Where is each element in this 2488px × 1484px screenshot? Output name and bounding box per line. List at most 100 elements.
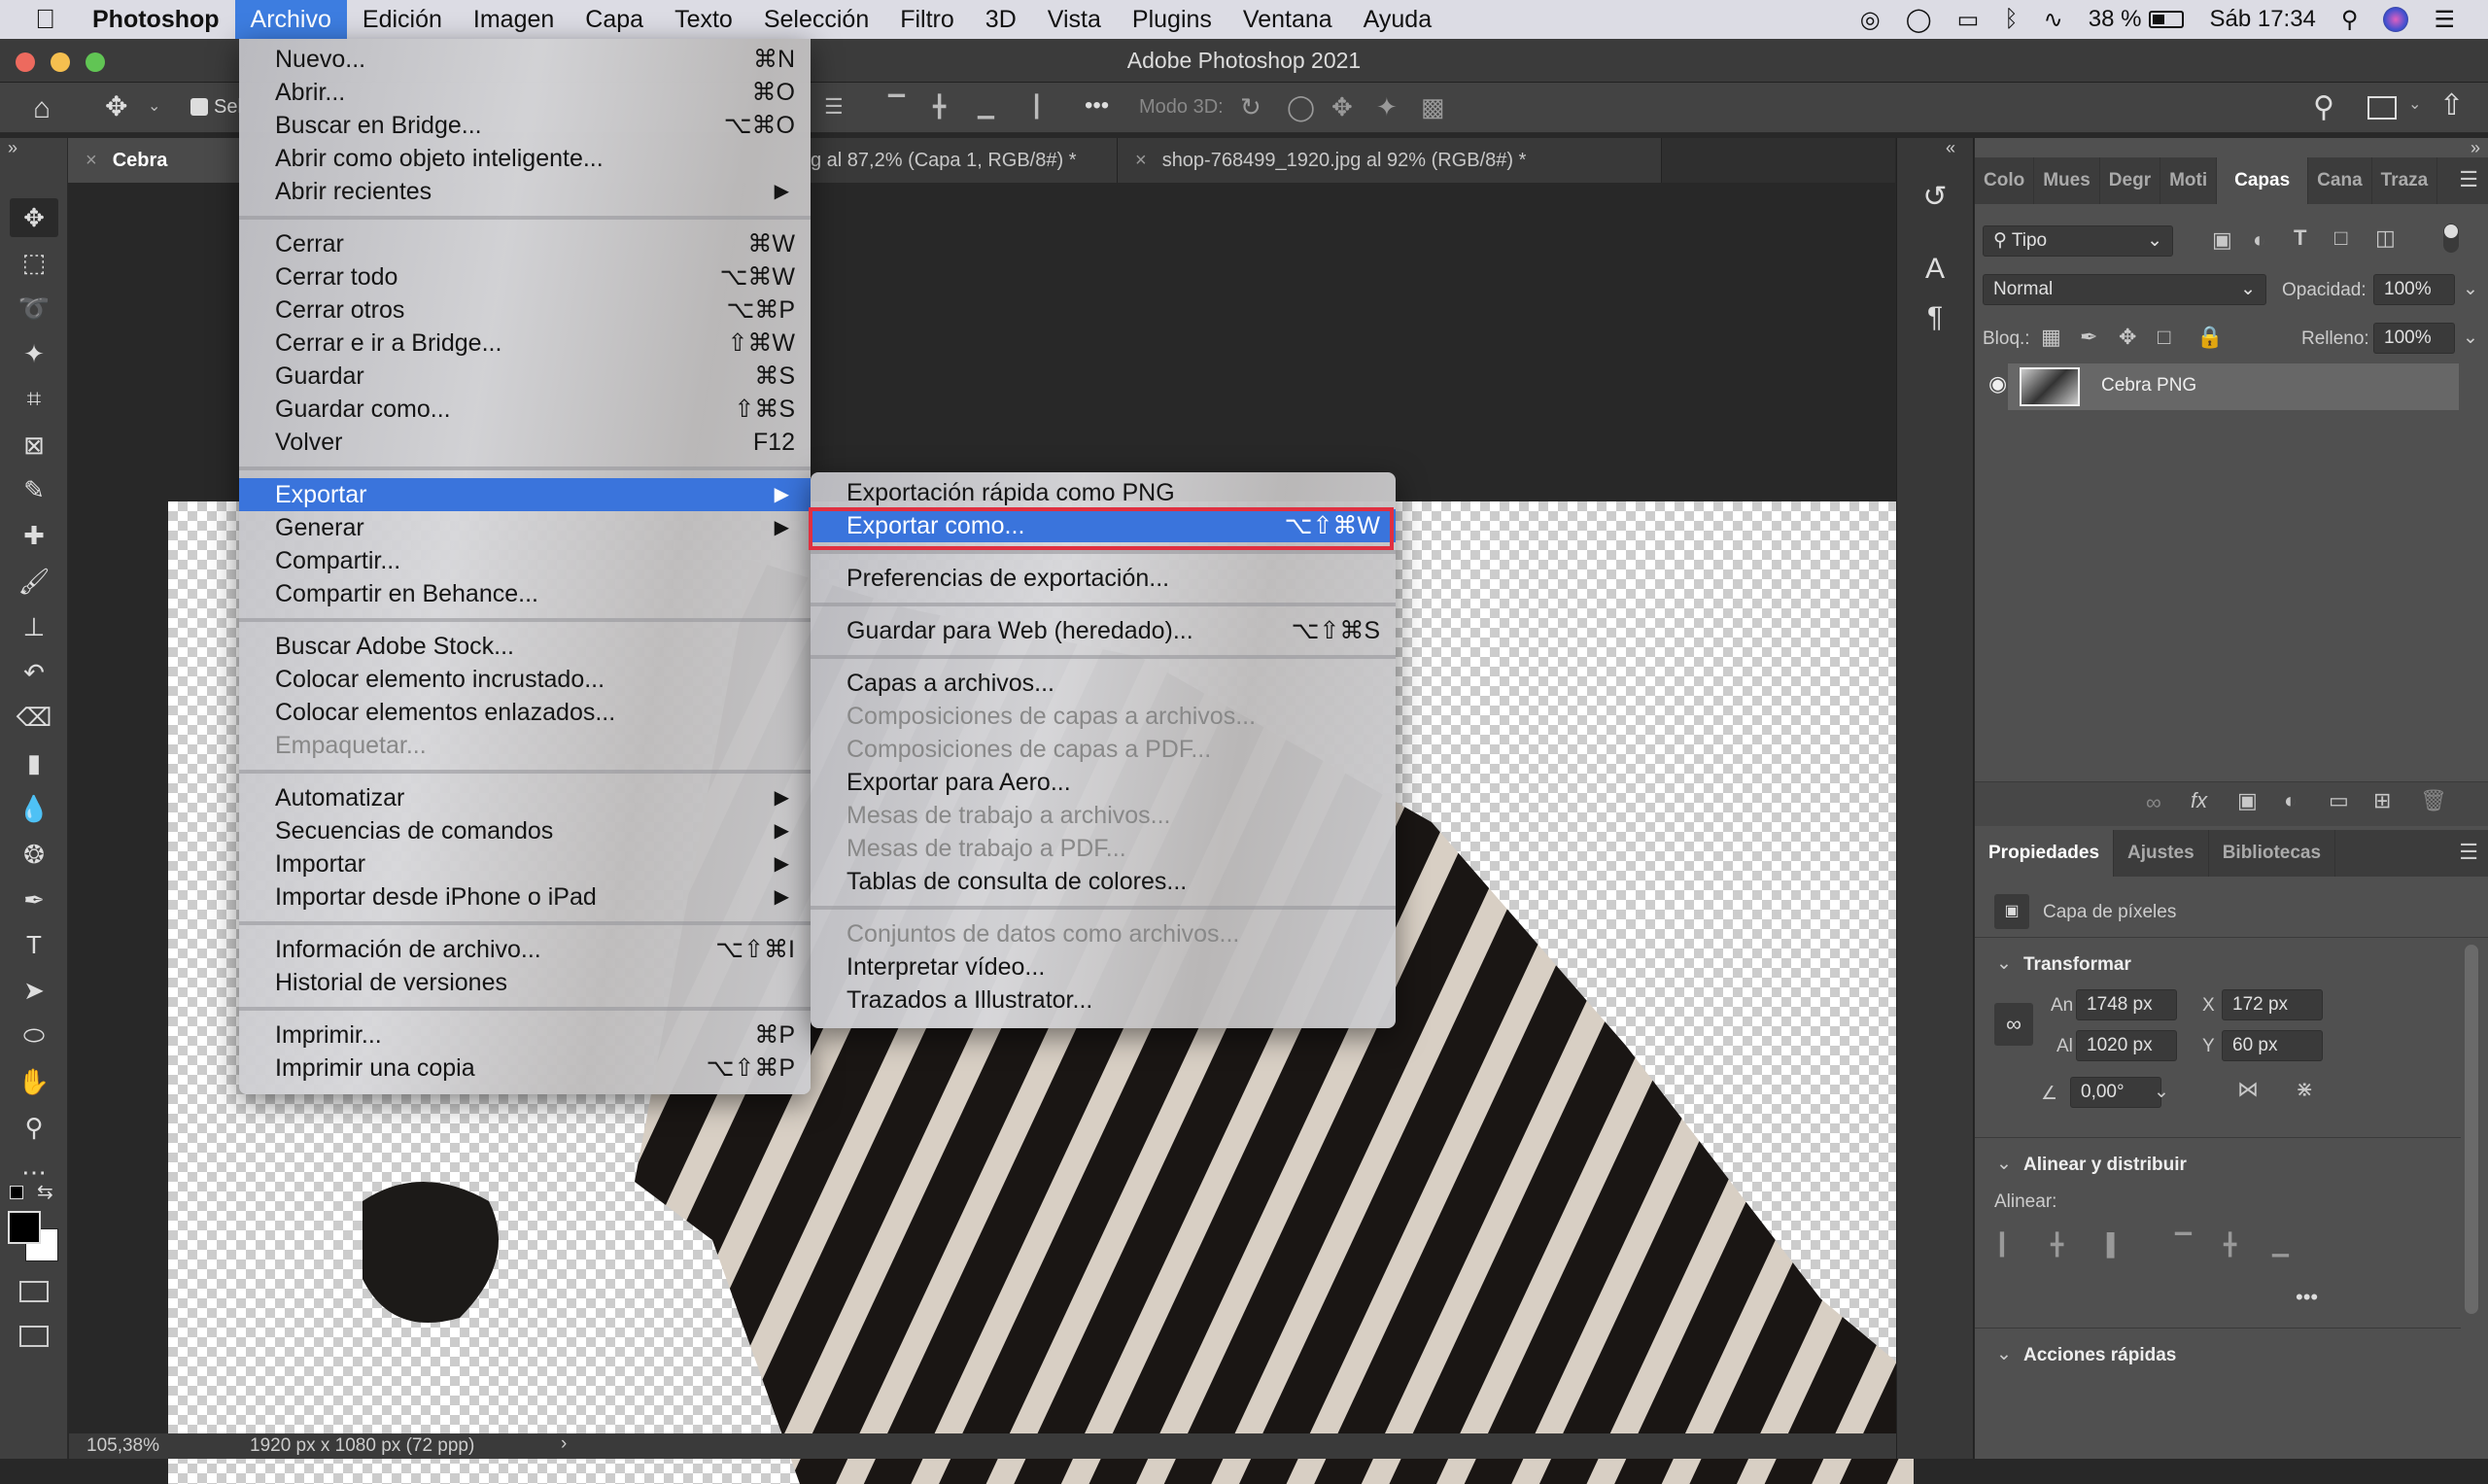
- menu-item[interactable]: Guardar para Web (heredado)... ⌥⇧⌘S: [811, 614, 1396, 647]
- menu-item[interactable]: Secuencias de comandos ▶: [239, 814, 811, 847]
- sponge-tool-icon[interactable]: ❂: [14, 835, 54, 874]
- menubar-item-ventana[interactable]: Ventana: [1227, 0, 1348, 39]
- menubar-item-filtro[interactable]: Filtro: [884, 0, 970, 39]
- menu-item[interactable]: Automatizar ▶: [239, 781, 811, 814]
- panel-menu-icon[interactable]: ☰: [2459, 840, 2478, 865]
- ellipse-tool-icon[interactable]: ⬭: [14, 1017, 54, 1055]
- menubar-item-seleccion[interactable]: Selección: [748, 0, 884, 39]
- add-mask-icon[interactable]: ▣: [2237, 788, 2258, 813]
- menu-item[interactable]: Colocar elemento incrustado...: [239, 663, 811, 696]
- tab-cana[interactable]: Cana: [2308, 157, 2372, 204]
- new-layer-icon[interactable]: ⊞: [2373, 788, 2391, 813]
- align-top-icon[interactable]: ▔: [888, 94, 905, 120]
- distribute-horizontal-icon[interactable]: ┃: [1030, 94, 1043, 120]
- align-top-icon[interactable]: ▔: [2175, 1232, 2192, 1258]
- width-input[interactable]: 1748 px: [2076, 989, 2177, 1020]
- menu-item[interactable]: Colocar elementos enlazados...: [239, 696, 811, 729]
- eraser-tool-icon[interactable]: ⌫: [14, 699, 54, 738]
- angle-input[interactable]: 0,00°: [2070, 1077, 2161, 1108]
- tab-traza[interactable]: Traza: [2372, 157, 2438, 204]
- menu-item[interactable]: Interpretar vídeo...: [811, 950, 1396, 984]
- menu-item[interactable]: Generar ▶: [239, 511, 811, 544]
- spotlight-search-icon[interactable]: ⚲: [2341, 6, 2359, 34]
- collapse-panels-icon[interactable]: »: [2471, 138, 2480, 158]
- menubar-item-ayuda[interactable]: Ayuda: [1348, 0, 1447, 39]
- menu-item[interactable]: Buscar en Bridge... ⌥⌘O: [239, 109, 811, 142]
- new-group-icon[interactable]: ▭: [2329, 788, 2349, 813]
- menubar-item-texto[interactable]: Texto: [659, 0, 748, 39]
- path-selection-tool-icon[interactable]: ➤: [14, 972, 54, 1011]
- orbit-3d-icon[interactable]: ↻: [1240, 92, 1261, 122]
- align-hcenter-icon[interactable]: ╋: [2051, 1232, 2063, 1258]
- properties-scrollbar[interactable]: [2465, 945, 2478, 1314]
- hand-tool-icon[interactable]: ✋: [14, 1062, 54, 1101]
- flip-vertical-icon[interactable]: ⋇: [2296, 1077, 2313, 1102]
- panel-menu-icon[interactable]: ☰: [2459, 167, 2478, 192]
- filter-shape-icon[interactable]: □: [2334, 225, 2347, 251]
- menu-item[interactable]: Preferencias de exportación...: [811, 562, 1396, 595]
- align-vcenter-icon[interactable]: ╋: [2224, 1232, 2236, 1258]
- layer-filter-select[interactable]: ⚲ Tipo ⌄: [1983, 225, 2173, 257]
- chevron-down-icon[interactable]: ⌄: [1996, 952, 2012, 975]
- lock-artboard-icon[interactable]: □: [2158, 325, 2170, 350]
- paragraph-icon[interactable]: ¶: [1911, 293, 1959, 342]
- airplay-icon[interactable]: ▭: [1957, 6, 1980, 34]
- slide-3d-icon[interactable]: ✦: [1376, 92, 1398, 122]
- menu-item[interactable]: Exportación rápida como PNG: [811, 476, 1396, 509]
- layer-style-fx-icon[interactable]: fx: [2191, 788, 2207, 813]
- menu-item[interactable]: Abrir... ⌘O: [239, 76, 811, 109]
- menubar-item-photoshop[interactable]: Photoshop: [77, 0, 235, 39]
- align-left-icon[interactable]: ▎: [2000, 1232, 2017, 1258]
- chevron-down-icon[interactable]: ⌄: [148, 96, 160, 116]
- share-icon[interactable]: ⇧: [2439, 88, 2464, 122]
- chevron-down-icon[interactable]: ⌄: [1996, 1153, 2012, 1175]
- align-vcenter-icon[interactable]: ╋: [933, 94, 946, 120]
- align-bottom-icon[interactable]: ▁: [2272, 1232, 2289, 1258]
- zoom-tool-icon[interactable]: ⚲: [14, 1108, 54, 1147]
- menu-item[interactable]: Exportar para Aero...: [811, 766, 1396, 799]
- link-dimensions-button[interactable]: ∞: [1994, 1003, 2033, 1046]
- transform-header[interactable]: Transformar: [2023, 954, 2131, 976]
- type-tool-icon[interactable]: T: [14, 926, 54, 965]
- move-tool-icon[interactable]: ✥: [10, 198, 58, 237]
- menubar-item-archivo[interactable]: Archivo: [234, 0, 347, 39]
- delete-layer-icon[interactable]: 🗑: [2420, 788, 2447, 813]
- filter-smart-object-icon[interactable]: ◫: [2375, 225, 2396, 251]
- swap-colors-icon[interactable]: ⇆: [37, 1180, 53, 1204]
- screen-mode-icon[interactable]: [19, 1326, 49, 1347]
- menu-item[interactable]: Guardar como... ⇧⌘S: [239, 393, 811, 426]
- gradient-tool-icon[interactable]: ▮: [14, 744, 54, 783]
- roll-3d-icon[interactable]: ◯: [1287, 92, 1315, 122]
- menu-item[interactable]: Guardar ⌘S: [239, 360, 811, 393]
- tab-colo[interactable]: Colo: [1975, 157, 2035, 204]
- tab-mues[interactable]: Mues: [2034, 157, 2100, 204]
- menu-item[interactable]: Imprimir... ⌘P: [239, 1018, 811, 1052]
- opacity-input[interactable]: 100%: [2373, 274, 2455, 305]
- tab-shop-image[interactable]: × shop-768499_1920.jpg al 92% (RGB/8#) *: [1118, 138, 1662, 183]
- more-options-icon[interactable]: •••: [1085, 92, 1109, 120]
- menubar-item-imagen[interactable]: Imagen: [458, 0, 570, 39]
- menu-item[interactable]: Capas a archivos...: [811, 667, 1396, 700]
- history-icon[interactable]: ↺: [1911, 173, 1959, 222]
- creative-cloud-icon[interactable]: ◎: [1860, 6, 1881, 34]
- distribute-icon[interactable]: ☰: [824, 94, 844, 120]
- battery-icon[interactable]: [2149, 11, 2185, 28]
- search-icon[interactable]: ⚲: [2313, 90, 2334, 124]
- chevron-right-icon[interactable]: ›: [561, 1433, 567, 1455]
- menu-item[interactable]: Abrir como objeto inteligente...: [239, 142, 811, 175]
- tab-ajustes[interactable]: Ajustes: [2114, 830, 2209, 877]
- align-right-icon[interactable]: ▐: [2099, 1232, 2115, 1258]
- more-align-options-icon[interactable]: •••: [2296, 1285, 2318, 1310]
- tab-moti[interactable]: Moti: [2160, 157, 2218, 204]
- menu-item[interactable]: Tablas de consulta de colores...: [811, 865, 1396, 898]
- apple-icon[interactable]: : [0, 0, 77, 39]
- menu-item[interactable]: Cerrar e ir a Bridge... ⇧⌘W: [239, 327, 811, 360]
- menubar-item-edicion[interactable]: Edición: [347, 0, 458, 39]
- sync-icon[interactable]: ◯: [1906, 6, 1932, 34]
- tab-capa-1[interactable]: g al 87,2% (Capa 1, RGB/8#) *: [807, 138, 1118, 183]
- menu-item[interactable]: Trazados a Illustrator...: [811, 984, 1396, 1017]
- bluetooth-icon[interactable]: ᛒ: [2004, 6, 2018, 33]
- layer-row[interactable]: Cebra PNG: [2008, 363, 2459, 410]
- blend-mode-select[interactable]: Normal ⌄: [1983, 274, 2266, 305]
- menu-item[interactable]: Importar desde iPhone o iPad ▶: [239, 880, 811, 914]
